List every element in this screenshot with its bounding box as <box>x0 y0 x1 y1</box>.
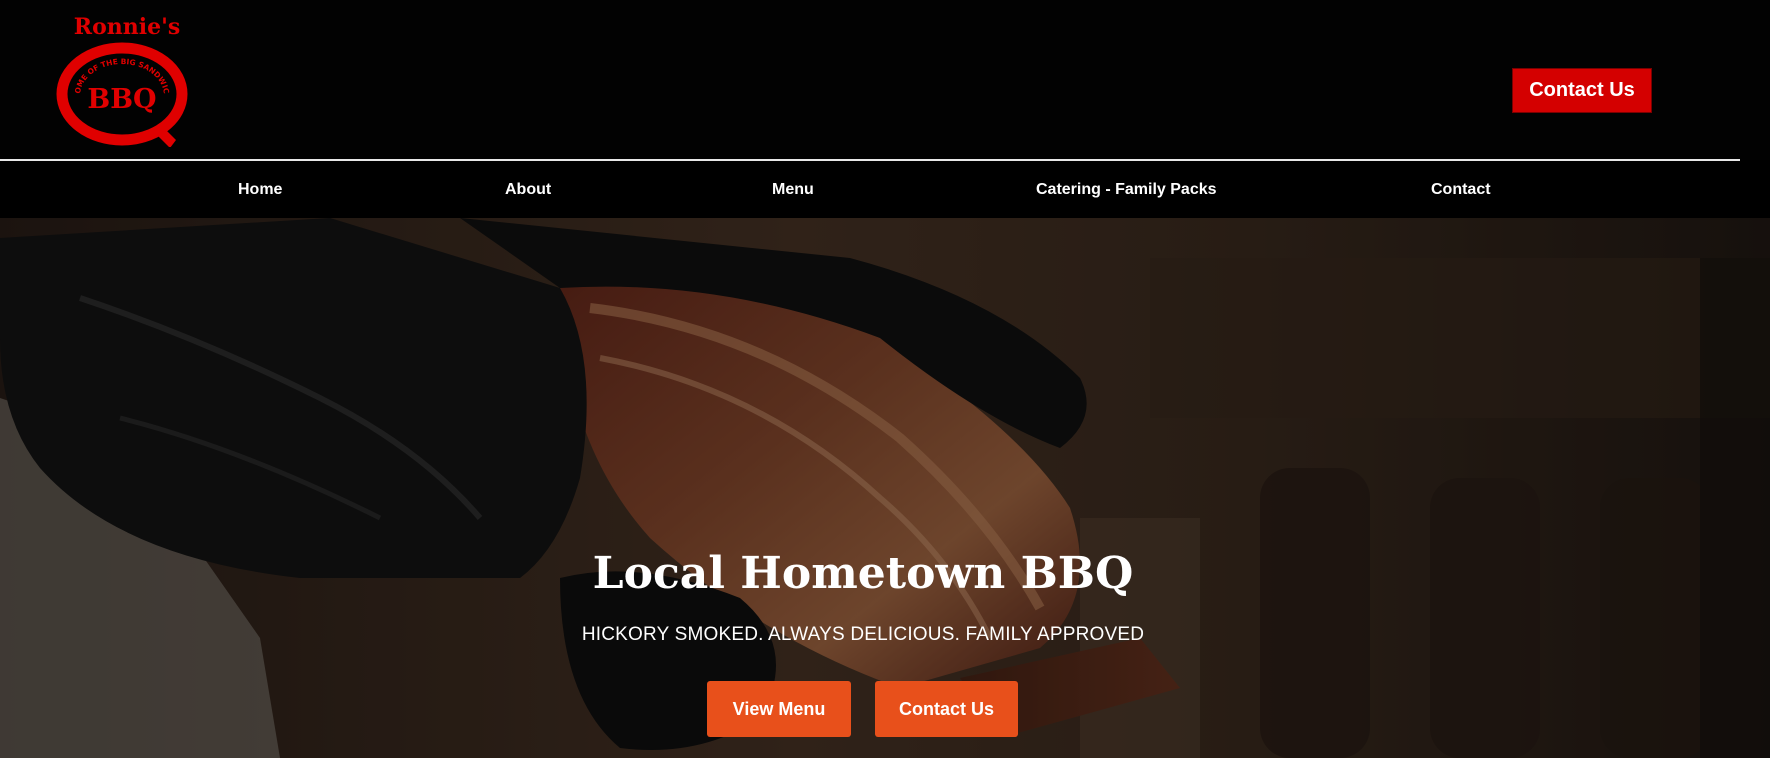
nav-item-home[interactable]: Home <box>238 161 282 218</box>
view-menu-button[interactable]: View Menu <box>707 681 851 737</box>
hero-section: Local Hometown BBQ HICKORY SMOKED. ALWAY… <box>0 218 1770 758</box>
hero-contact-button[interactable]: Contact Us <box>875 681 1018 737</box>
logo-graphic: Ronnie's HOME OF THE BIG SANDWICH BBQ <box>52 12 188 147</box>
logo-top-text: Ronnie's <box>74 14 180 40</box>
nav-item-menu[interactable]: Menu <box>772 161 814 218</box>
hero-subtitle: HICKORY SMOKED. ALWAYS DELICIOUS. FAMILY… <box>581 624 1145 645</box>
hero-dark-overlay <box>0 218 1770 758</box>
hero-title: Local Hometown BBQ <box>592 548 1134 599</box>
main-nav: Home About Menu Catering - Family Packs … <box>0 161 1770 218</box>
logo-main-text: BBQ <box>87 84 156 115</box>
site-header: Ronnie's HOME OF THE BIG SANDWICH BBQ Co… <box>0 0 1770 160</box>
nav-item-contact[interactable]: Contact <box>1431 161 1491 218</box>
nav-item-about[interactable]: About <box>505 161 551 218</box>
nav-item-catering[interactable]: Catering - Family Packs <box>1036 161 1217 218</box>
header-contact-button[interactable]: Contact Us <box>1512 68 1652 113</box>
ronnies-bbq-logo[interactable]: Ronnie's HOME OF THE BIG SANDWICH BBQ <box>52 12 202 147</box>
